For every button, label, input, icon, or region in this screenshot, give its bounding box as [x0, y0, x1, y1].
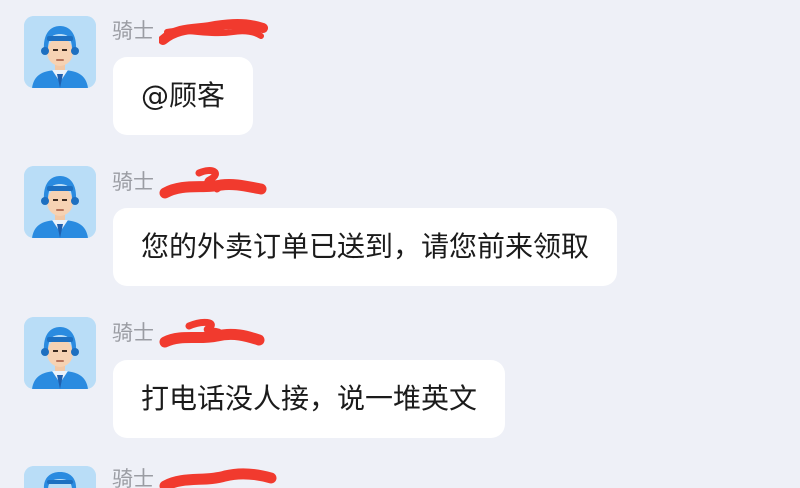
- message-bubble[interactable]: @顾客: [113, 57, 254, 135]
- sender-label: 骑士: [112, 170, 154, 194]
- message-bubble[interactable]: 打电话没人接，说一堆英文: [113, 360, 506, 438]
- redaction-scribble-icon: [159, 19, 269, 45]
- redaction-scribble-icon: [159, 468, 277, 488]
- courier-avatar-icon[interactable]: [24, 317, 96, 389]
- courier-avatar-icon[interactable]: [24, 16, 96, 88]
- courier-avatar-icon[interactable]: [24, 466, 96, 488]
- redaction-scribble-icon: [159, 318, 265, 348]
- sender-name: 骑士: [112, 318, 269, 348]
- courier-avatar-icon[interactable]: [24, 166, 96, 238]
- sender-label: 骑士: [112, 19, 154, 43]
- sender-name: 骑士: [112, 167, 269, 199]
- sender-label: 骑士: [112, 321, 154, 345]
- redaction-scribble-icon: [159, 167, 267, 199]
- sender-name: 骑士: [112, 464, 279, 488]
- sender-name: 骑士: [112, 16, 269, 46]
- message-bubble[interactable]: 您的外卖订单已送到，请您前来领取: [113, 208, 618, 286]
- sender-label: 骑士: [112, 467, 154, 488]
- chat-message-list: 骑士 @顾客 骑士 您的外卖订单已送到，请您前来领取 骑士 打电话没人接，说一堆…: [0, 0, 800, 488]
